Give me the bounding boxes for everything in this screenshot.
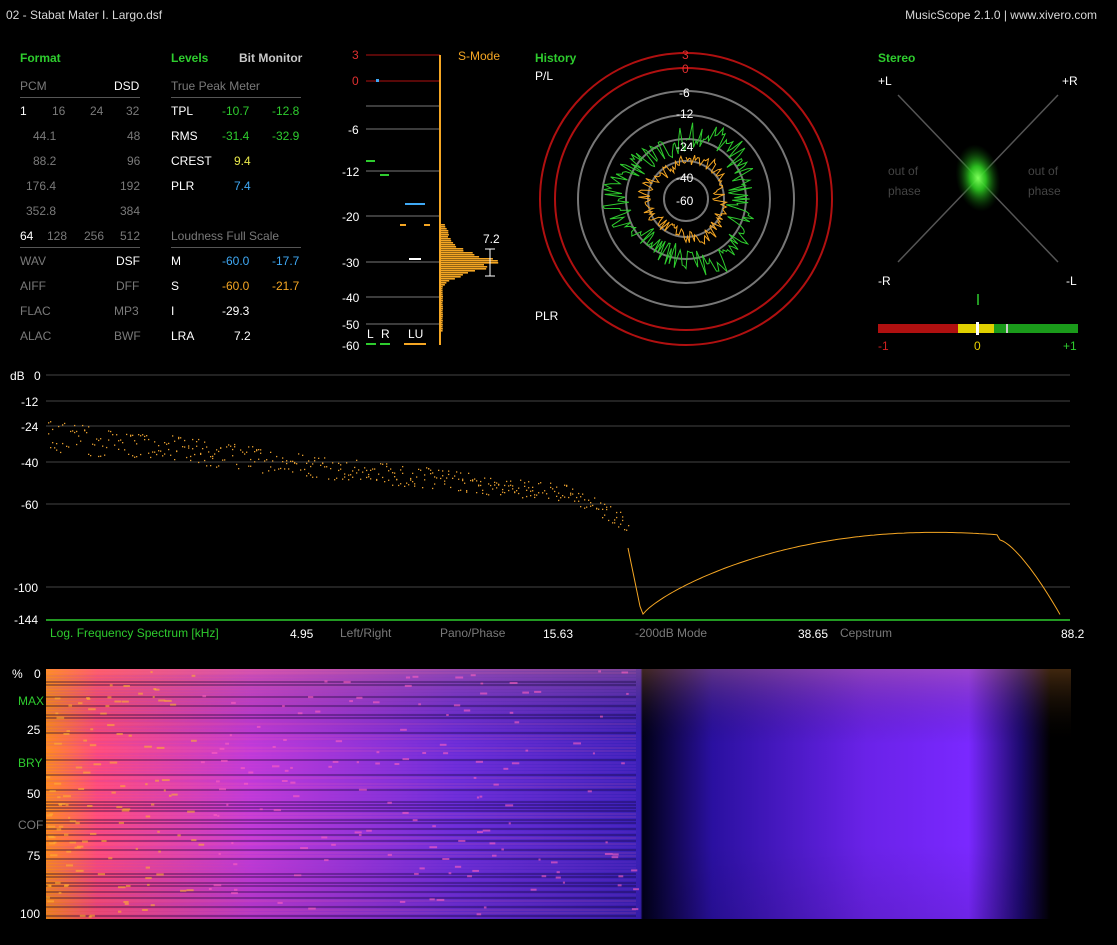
corr-max: +1 [1063,339,1077,353]
meter-tick-m50: -50 [342,318,360,332]
stereo-plus-l: +L [878,74,892,88]
oop-left-2: phase [888,184,921,198]
meter-lu-label: LU [408,327,424,341]
spec-tick-100: -100 [14,581,39,595]
meter-tick-m30: -30 [342,256,360,270]
spectrogram [46,669,1071,919]
spec-tick-12: -12 [21,395,39,409]
r-marker [380,174,389,176]
ring-m6: -6 [679,86,690,100]
corr-mid: 0 [974,339,981,353]
stereo-scope [878,94,1078,335]
lra-readout: 7.2 [483,232,500,246]
stereo-minus-r: -R [878,274,891,288]
i-marker [409,258,421,260]
ring-0: 0 [682,62,689,76]
stereo-header: Stereo [878,51,916,65]
spectrum-dots [48,421,630,531]
oop-left-1: out of [888,164,919,178]
meter-r-label: R [381,327,390,341]
l-marker [366,160,375,162]
spec-tick-40: -40 [21,456,39,470]
history-pl-label: P/L [535,69,554,83]
spec-tick-24: -24 [21,420,39,434]
freq-38-65: 38.65 [798,627,829,641]
meter-tick-3: 3 [352,48,359,62]
sgram-max[interactable]: MAX [18,694,44,708]
sgram-tick-0: 0 [34,667,41,681]
meter-tick-m6: -6 [348,123,359,137]
ring-m24: -24 [676,140,694,154]
s-mode-toggle[interactable]: S-Mode [458,49,500,63]
sgram-bry[interactable]: BRY [18,756,42,770]
history-header: History [535,51,577,65]
left-right-mode[interactable]: Left/Right [340,626,391,640]
level-meter [366,54,499,345]
200db-mode[interactable]: -200dB Mode [635,626,707,640]
sgram-unit: % [12,667,23,681]
spec-tick-0: 0 [34,369,41,383]
meter-tick-m60: -60 [342,339,360,353]
sgram-tick-25: 25 [27,723,41,737]
freq-4-95: 4.95 [290,627,314,641]
stereo-minus-l: -L [1066,274,1077,288]
spec-tick-60: -60 [21,498,39,512]
freq-88-2: 88.2 [1061,627,1085,641]
spectrum-plot [46,374,1070,621]
ring-m12: -12 [676,107,694,121]
m-marker [405,203,425,205]
graphics-layer [46,52,1078,919]
meter-tick-m12: -12 [342,165,360,179]
freq-15-63: 15.63 [543,627,574,641]
meter-tick-m20: -20 [342,210,360,224]
spectrum-unit: dB [10,369,25,383]
sgram-tick-75: 75 [27,849,41,863]
spectrum-curve [627,531,1061,616]
spec-tick-144: -144 [14,613,39,627]
corr-min: -1 [878,339,889,353]
meter-tick-0: 0 [352,74,359,88]
cepstrum-mode[interactable]: Cepstrum [840,626,892,640]
stereo-plus-r: +R [1062,74,1078,88]
ring-3: 3 [682,48,689,62]
sgram-tick-100: 100 [20,907,41,921]
stereo-blob [955,144,1001,212]
sgram-tick-50: 50 [27,787,41,801]
oop-right-1: out of [1028,164,1059,178]
history-plr-label: PLR [535,309,559,323]
sgram-cof[interactable]: COF [18,818,43,832]
pano-phase-mode[interactable]: Pano/Phase [440,626,505,640]
ring-m40: -40 [676,171,694,185]
oop-right-2: phase [1028,184,1061,198]
peak-dot [376,79,379,82]
meter-l-label: L [367,327,374,341]
spectrum-mode-title[interactable]: Log. Frequency Spectrum [kHz] [50,626,219,640]
meter-tick-m40: -40 [342,291,360,305]
ring-m60: -60 [676,194,694,208]
